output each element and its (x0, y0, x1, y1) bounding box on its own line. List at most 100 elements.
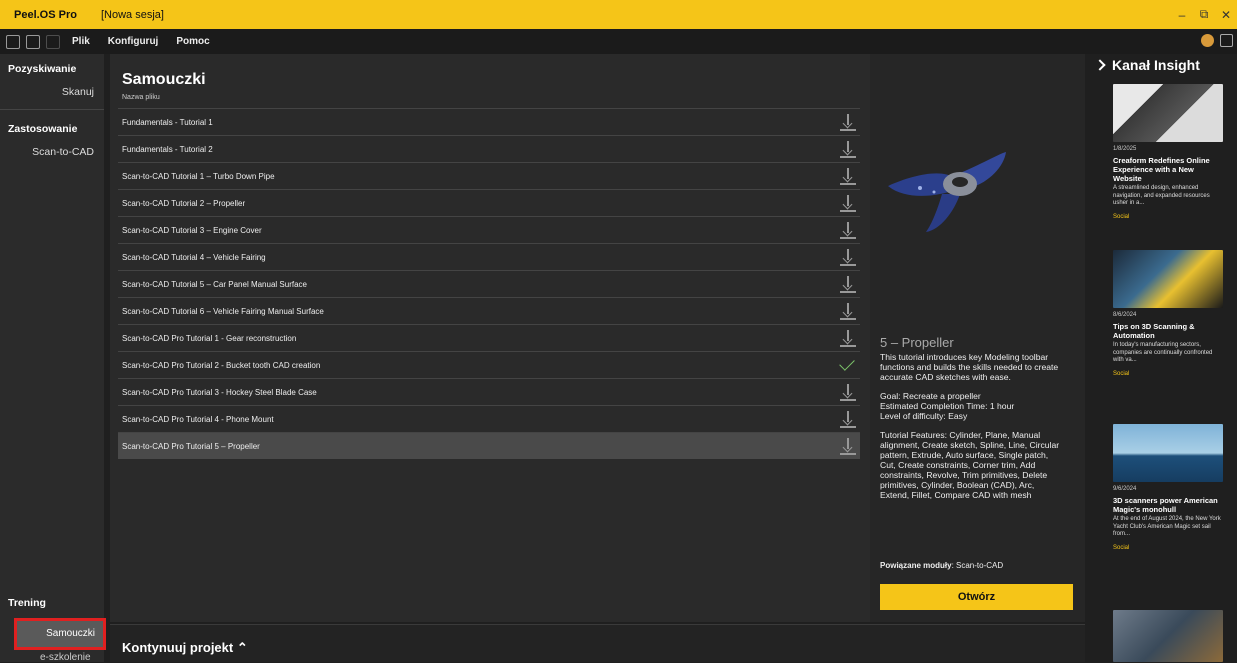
tutorial-row-name: Fundamentals - Tutorial 1 (122, 117, 213, 127)
tutorial-row[interactable]: Scan-to-CAD Pro Tutorial 3 - Hockey Stee… (118, 378, 860, 405)
sidebar: Pozyskiwanie Skanuj Zastosowanie Scan-to… (0, 54, 106, 663)
sidebar-item-scan-to-cad[interactable]: Scan-to-CAD (0, 139, 104, 165)
continue-project-label[interactable]: Kontynuuj projekt ⌃ (122, 640, 248, 656)
sidebar-item-elearning[interactable]: e-szkolenie (40, 652, 91, 663)
insight-card-partial[interactable] (1113, 610, 1223, 662)
insight-card-desc: In today's manufacturing sectors, compan… (1113, 342, 1213, 363)
insight-card-thumbnail (1113, 84, 1223, 142)
account-icon[interactable] (1201, 34, 1214, 47)
tutorial-title: 5 – Propeller (880, 335, 954, 350)
insight-card-title[interactable]: Creaform Redefines Online Experience wit… (1113, 156, 1223, 183)
insight-card-tag[interactable]: Social (1113, 371, 1223, 377)
sidebar-divider (0, 109, 104, 110)
download-icon[interactable] (840, 410, 856, 428)
tutorial-row-name: Scan-to-CAD Pro Tutorial 1 - Gear recons… (122, 333, 297, 343)
insight-card-title[interactable]: Tips on 3D Scanning & Automation (1113, 322, 1223, 340)
menu-configure[interactable]: Konfiguruj (108, 36, 159, 47)
tutorial-row[interactable]: Fundamentals - Tutorial 2 (118, 135, 860, 162)
tutorial-goal: Goal: Recreate a propeller (880, 391, 981, 401)
download-icon[interactable] (840, 221, 856, 239)
tutorial-row[interactable]: Scan-to-CAD Tutorial 4 – Vehicle Fairing (118, 243, 860, 270)
download-icon[interactable] (840, 275, 856, 293)
tutorial-detail: 5 – Propeller This tutorial introduces k… (870, 54, 1085, 622)
tutorials-panel: Samouczki Nazwa pliku Fundamentals - Tut… (110, 54, 870, 622)
insight-card-thumbnail (1113, 424, 1223, 482)
tutorial-intro: This tutorial introduces key Modeling to… (880, 352, 1059, 382)
tutorial-row-name: Scan-to-CAD Pro Tutorial 5 – Propeller (122, 441, 260, 451)
sidebar-head-training: Trening (8, 597, 46, 609)
maximize-button[interactable]: ⧉ (1193, 7, 1215, 22)
menu-help[interactable]: Pomoc (176, 36, 209, 47)
tutorial-row[interactable]: Scan-to-CAD Tutorial 6 – Vehicle Fairing… (118, 297, 860, 324)
menu-file[interactable]: Plik (72, 36, 90, 47)
download-icon[interactable] (840, 302, 856, 320)
download-icon[interactable] (840, 383, 856, 401)
insight-card-thumbnail (1113, 250, 1223, 308)
download-icon[interactable] (840, 248, 856, 266)
insight-card-title[interactable]: 3D scanners power American Magic's monoh… (1113, 496, 1223, 514)
insight-card-tag[interactable]: Social (1113, 214, 1223, 220)
tutorial-row[interactable]: Scan-to-CAD Pro Tutorial 2 - Bucket toot… (118, 351, 860, 378)
related-modules: Powiązane moduły: Scan-to-CAD (880, 561, 1003, 570)
download-icon[interactable] (840, 329, 856, 347)
download-icon[interactable] (840, 140, 856, 158)
menu-bar: Plik Konfiguruj Pomoc (0, 29, 1237, 54)
sidebar-head-apply: Zastosowanie (8, 123, 78, 135)
tutorial-time: Estimated Completion Time: 1 hour (880, 401, 1015, 411)
open-button[interactable]: Otwórz (880, 584, 1073, 610)
insight-card-tag[interactable]: Social (1113, 545, 1223, 551)
tutorial-list: Fundamentals - Tutorial 1 Fundamentals - … (118, 108, 860, 459)
tutorial-row-name: Scan-to-CAD Pro Tutorial 4 - Phone Mount (122, 414, 274, 424)
tutorial-row-name: Scan-to-CAD Tutorial 6 – Vehicle Fairing… (122, 306, 324, 316)
tutorial-row[interactable]: Scan-to-CAD Pro Tutorial 1 - Gear recons… (118, 324, 860, 351)
propeller-preview-image (888, 152, 1006, 232)
continue-project-bar[interactable]: Kontynuuj projekt ⌃ (110, 624, 1085, 662)
close-button[interactable]: ✕ (1215, 8, 1237, 22)
insight-header[interactable]: Kanał Insight (1094, 57, 1200, 73)
tutorial-row[interactable]: Fundamentals - Tutorial 1 (118, 108, 860, 135)
insight-card[interactable]: 1/8/2025 Creaform Redefines Online Experi… (1113, 84, 1223, 220)
sidebar-item-tutorials[interactable]: Samouczki (14, 618, 106, 650)
tutorial-meta: Goal: Recreate a propeller Estimated Com… (880, 391, 1065, 421)
minimize-button[interactable]: – (1171, 8, 1193, 22)
chevron-right-icon[interactable] (1094, 59, 1106, 71)
download-icon[interactable] (840, 437, 856, 455)
title-bar: Peel.OS Pro [Nowa sesja] – ⧉ ✕ (0, 0, 1237, 29)
tutorial-row[interactable]: Scan-to-CAD Tutorial 2 – Propeller (118, 189, 860, 216)
tutorial-row-name: Scan-to-CAD Tutorial 2 – Propeller (122, 198, 246, 208)
tutorial-row[interactable]: Scan-to-CAD Pro Tutorial 4 - Phone Mount (118, 405, 860, 432)
tutorial-row[interactable]: Scan-to-CAD Pro Tutorial 5 – Propeller (118, 432, 860, 459)
tutorial-row-name: Scan-to-CAD Tutorial 3 – Engine Cover (122, 225, 262, 235)
download-icon[interactable] (840, 113, 856, 131)
window-controls: – ⧉ ✕ (1171, 0, 1237, 29)
tutorial-row-name: Scan-to-CAD Pro Tutorial 3 - Hockey Stee… (122, 387, 317, 397)
app-name: Peel.OS Pro (14, 8, 77, 21)
insight-card-desc: At the end of August 2024, the New York … (1113, 516, 1221, 537)
tutorial-row-name: Fundamentals - Tutorial 2 (122, 144, 213, 154)
download-icon[interactable] (840, 167, 856, 185)
tutorial-row[interactable]: Scan-to-CAD Tutorial 1 – Turbo Down Pipe (118, 162, 860, 189)
chat-icon[interactable] (1220, 34, 1233, 47)
insight-title: Kanał Insight (1112, 57, 1200, 73)
insight-card-thumbnail (1113, 610, 1223, 662)
insight-card[interactable]: 9/6/2024 3D scanners power American Magic… (1113, 424, 1223, 551)
insight-feed: Kanał Insight 1/8/2025 Creaform Redefines… (1090, 54, 1237, 662)
save-icon[interactable] (46, 34, 60, 49)
insight-card-date: 9/6/2024 (1113, 486, 1137, 492)
insight-card-desc: A streamlined design, enhanced navigatio… (1113, 185, 1210, 206)
page-title: Samouczki (122, 71, 206, 88)
tutorial-row[interactable]: Scan-to-CAD Tutorial 5 – Car Panel Manua… (118, 270, 860, 297)
tutorial-level: Level of difficulty: Easy (880, 411, 968, 421)
sidebar-item-scan[interactable]: Skanuj (0, 79, 104, 105)
home-icon[interactable] (6, 34, 20, 49)
column-header-filename[interactable]: Nazwa pliku (122, 94, 160, 101)
insight-card-date: 1/8/2025 (1113, 146, 1137, 152)
download-icon[interactable] (840, 194, 856, 212)
tutorial-row[interactable]: Scan-to-CAD Tutorial 3 – Engine Cover (118, 216, 860, 243)
tutorial-row-name: Scan-to-CAD Tutorial 4 – Vehicle Fairing (122, 252, 266, 262)
tutorial-description: This tutorial introduces key Modeling to… (880, 352, 1065, 509)
insight-card[interactable]: 8/6/2024 Tips on 3D Scanning & Automation… (1113, 250, 1223, 377)
new-file-icon[interactable] (26, 34, 40, 49)
tutorial-features: Tutorial Features: Cylinder, Plane, Manu… (880, 430, 1060, 500)
tutorial-row-name: Scan-to-CAD Tutorial 1 – Turbo Down Pipe (122, 171, 275, 181)
